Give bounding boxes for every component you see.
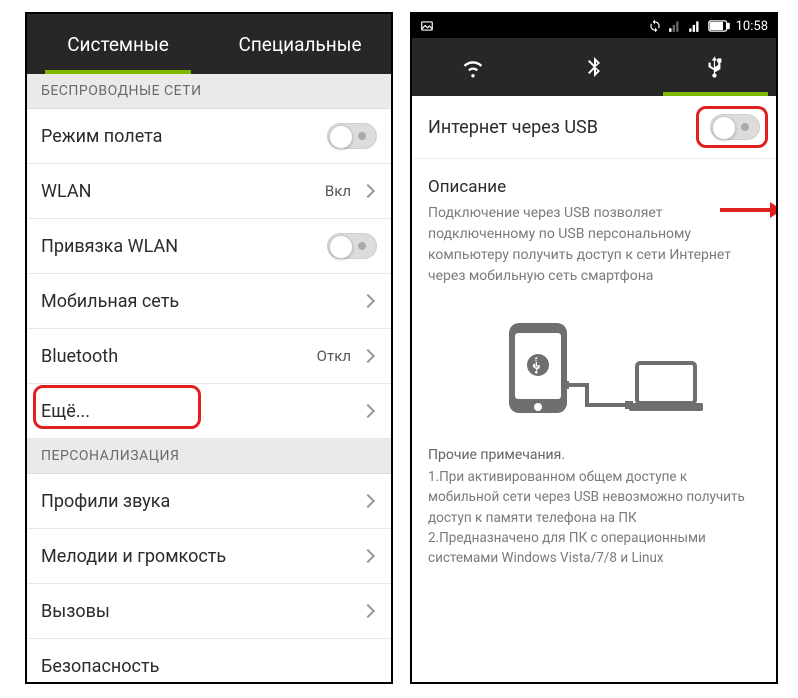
wlan-tether-toggle[interactable] [327,233,377,259]
signal-2-icon [688,19,702,33]
row-calls[interactable]: Вызовы [27,584,391,639]
tabs-bar: Системные Специальные [27,14,391,74]
row-more[interactable]: Ещё... [27,384,391,439]
row-melodies[interactable]: Мелодии и громкость [27,529,391,584]
settings-screen-left: Системные Специальные БЕСПРОВОДНЫЕ СЕТИ … [25,12,393,684]
chevron-right-icon [361,349,375,363]
annotation-arrow-icon [720,208,778,212]
tab-system-label: Системные [67,33,169,56]
tab-wifi[interactable] [412,38,533,96]
airplane-toggle[interactable] [327,123,377,149]
row-sound-profiles[interactable]: Профили звука [27,474,391,529]
icon-tabs [412,38,776,96]
row-melodies-label: Мелодии и громкость [41,546,363,567]
description-text: Подключение через USB позволяет подключе… [428,203,760,287]
row-usb-internet[interactable]: Интернет через USB [412,96,776,159]
tab-usb[interactable] [655,38,776,96]
signal-1-icon [668,19,682,33]
tab-special[interactable]: Специальные [209,14,391,74]
row-bluetooth[interactable]: Bluetooth Откл [27,329,391,384]
row-mobile-label: Мобильная сеть [41,291,363,312]
note-1: 1.При активированном общем доступе к моб… [428,467,760,528]
battery-icon [708,20,730,32]
row-bluetooth-status: Откл [317,347,351,365]
chevron-right-icon [361,184,375,198]
usb-internet-screen: 10:58 Интернет через USB Описание Подклю… [410,12,778,684]
phone-laptop-illustration-icon [479,315,709,425]
illustration [412,297,776,439]
section-personalization: ПЕРСОНАЛИЗАЦИЯ [27,439,391,474]
row-bluetooth-label: Bluetooth [41,346,317,367]
chevron-right-icon [361,404,375,418]
chevron-right-icon [361,549,375,563]
chevron-right-icon [361,494,375,508]
row-security-label: Безопасность [41,656,377,677]
row-sound-profiles-label: Профили звука [41,491,363,512]
row-wlan-tether[interactable]: Привязка WLAN [27,219,391,274]
tab-system[interactable]: Системные [27,14,209,74]
status-time: 10:58 [736,19,768,34]
usb-internet-toggle[interactable] [710,114,760,140]
row-security[interactable]: Безопасность [27,639,391,684]
description-block: Описание Подключение через USB позволяет… [412,159,776,297]
row-mobile[interactable]: Мобильная сеть [27,274,391,329]
row-wlan[interactable]: WLAN Вкл [27,164,391,219]
row-usb-internet-label: Интернет через USB [428,117,710,138]
section-wireless: БЕСПРОВОДНЫЕ СЕТИ [27,74,391,109]
row-wlan-label: WLAN [41,181,325,202]
row-airplane-label: Режим полета [41,126,327,147]
chevron-right-icon [361,604,375,618]
bluetooth-icon [582,55,606,79]
image-icon [420,19,434,33]
wifi-icon [459,53,487,81]
usb-icon [702,54,728,80]
status-bar: 10:58 [412,14,776,38]
chevron-right-icon [361,294,375,308]
tab-bluetooth[interactable] [533,38,654,96]
tab-special-label: Специальные [238,33,361,56]
description-title: Описание [428,177,760,197]
notes-title: Прочие примечания. [428,447,760,463]
sync-icon [648,19,662,33]
row-more-label: Ещё... [41,401,363,422]
row-wlan-status: Вкл [325,182,351,200]
row-airplane[interactable]: Режим полета [27,109,391,164]
notes-block: Прочие примечания. 1.При активированном … [412,439,776,576]
note-2: 2.Предназначено для ПК с операционными с… [428,528,760,569]
row-calls-label: Вызовы [41,601,363,622]
row-wlan-tether-label: Привязка WLAN [41,236,327,257]
